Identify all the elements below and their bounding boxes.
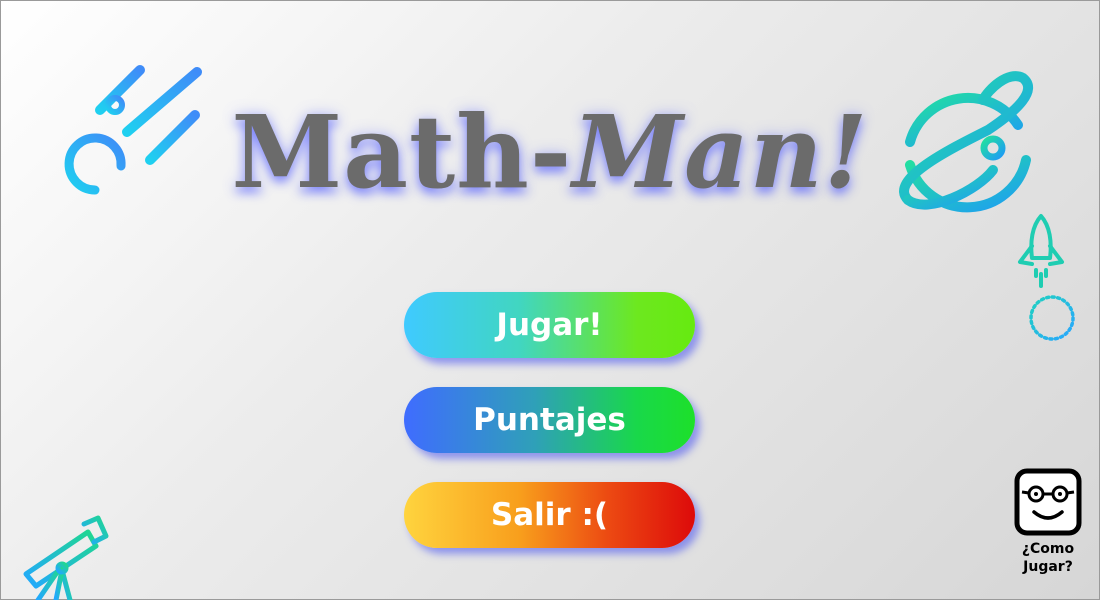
rocket-icon	[1018, 214, 1064, 288]
title-part-2: Man!	[572, 93, 869, 211]
how-to-play-line-2: Jugar?	[1023, 559, 1073, 575]
dotted-ring-icon	[1029, 295, 1075, 341]
how-to-play-line-1: ¿Como	[1021, 541, 1075, 557]
meteor-icon	[64, 65, 202, 195]
telescope-icon	[23, 515, 109, 600]
nerd-face-icon	[1014, 468, 1082, 536]
title-part-1: Math-	[231, 93, 573, 211]
exit-button[interactable]: Salir :(	[404, 482, 695, 548]
how-to-play-button[interactable]: ¿Como Jugar?	[1008, 468, 1088, 576]
play-button[interactable]: Jugar!	[404, 292, 695, 358]
planet-icon	[899, 71, 1033, 213]
scores-button[interactable]: Puntajes	[404, 387, 695, 453]
